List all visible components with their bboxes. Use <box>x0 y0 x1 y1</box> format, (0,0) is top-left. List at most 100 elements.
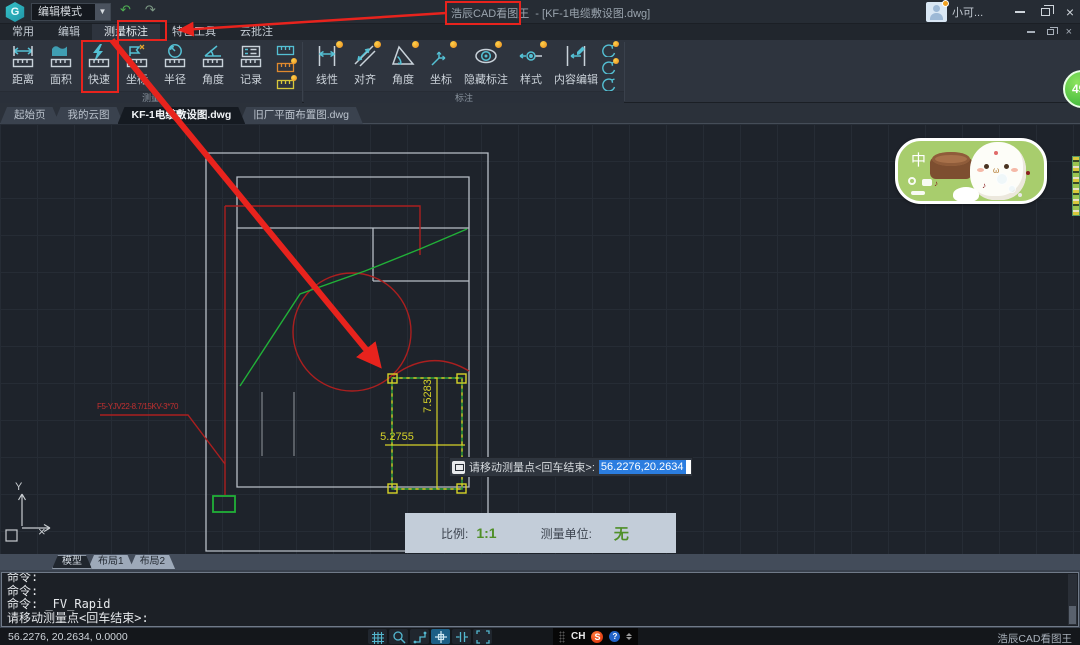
mini-ruler-icon[interactable] <box>276 60 296 74</box>
ribbon-button-dim-hidden[interactable]: 隐藏标注 <box>460 41 512 91</box>
redo-icon[interactable]: ↷ <box>145 2 156 17</box>
avatar[interactable] <box>926 2 947 22</box>
ribbon-button-record[interactable]: 记录 <box>232 41 270 91</box>
ribbon-group-1: 距离面积快速坐标半径角度记录测量 <box>0 40 302 103</box>
unit-value[interactable]: 无 <box>614 523 629 544</box>
ribbon-tab-2[interactable]: 编辑 <box>46 24 92 40</box>
ime-help-icon[interactable]: ? <box>609 631 620 642</box>
minimize-button[interactable] <box>1015 11 1025 13</box>
ime-keyboard-icon[interactable] <box>922 179 932 186</box>
ribbon-tab-1[interactable]: 常用 <box>0 24 46 40</box>
ribbon-button-label: 距离 <box>4 71 42 87</box>
ribbon-button-label: 角度 <box>384 71 422 87</box>
command-line: 命令: <box>7 585 1064 599</box>
ime-toolbar-icon[interactable] <box>911 191 925 195</box>
ribbon-tab-bar: 常用编辑测量标注特色工具云批注 <box>0 24 1080 40</box>
mascot-bunny <box>953 187 979 202</box>
layout-tab-布局1[interactable]: 布局1 <box>88 555 134 569</box>
command-scrollbar[interactable] <box>1068 574 1077 625</box>
notification-dot <box>942 0 949 7</box>
ribbon-button-label: 半径 <box>156 71 194 87</box>
ribbon-button-label: 内容编辑 <box>550 71 602 87</box>
doc-minimize-button[interactable] <box>1027 31 1035 33</box>
ribbon-button-area[interactable]: 面积 <box>42 41 80 91</box>
title-bar: G 编辑模式 ▼ ↶↷ 浩辰CAD看图王 - [KF-1电缆敷设图.dwg] 小… <box>0 0 1080 24</box>
mini-ruler-icon[interactable] <box>276 77 296 91</box>
ime-mascot-panel[interactable]: 中 ω ♪ ♪ <box>895 138 1047 204</box>
statusbar-app-name: 浩辰CAD看图王 <box>997 631 1072 645</box>
crosshair-icon[interactable] <box>431 629 450 644</box>
sogou-ime-icon[interactable]: S <box>591 631 603 643</box>
dim-coord-icon <box>428 43 454 69</box>
scale-value[interactable]: 1:1 <box>476 525 496 541</box>
ribbon-button-label: 角度 <box>194 71 232 87</box>
mini-ruler-icon[interactable] <box>276 43 296 57</box>
snap-bars-icon[interactable] <box>452 629 471 644</box>
ribbon-tab-3[interactable]: 测量标注 <box>92 24 160 40</box>
rapid-icon <box>86 43 112 69</box>
confetti-dot <box>994 151 998 155</box>
ime-status-icon[interactable] <box>908 177 916 185</box>
ribbon-button-rapid[interactable]: 快速 <box>80 41 118 91</box>
ribbon-button-dim-coord[interactable]: 坐标 <box>422 41 460 91</box>
edit-mode-select[interactable]: 编辑模式 ▼ <box>31 3 111 21</box>
bubble-art <box>996 173 1008 185</box>
ribbon-button-dim-style[interactable]: 样式 <box>512 41 550 91</box>
ribbon-tab-5[interactable]: 云批注 <box>228 24 285 40</box>
ribbon-button-angle[interactable]: 角度 <box>194 41 232 91</box>
document-tab-2[interactable]: 我的云图 <box>54 107 124 124</box>
music-note-art: ♪ <box>982 181 986 190</box>
restore-button[interactable] <box>1041 8 1050 16</box>
edge-mini-toolbar[interactable] <box>1072 156 1080 216</box>
ribbon-button-content-edit[interactable]: 内容编辑 <box>550 41 602 91</box>
document-tab-4[interactable]: 旧厂平面布置图.dwg <box>239 107 363 124</box>
doc-restore-button[interactable] <box>1047 29 1054 35</box>
app-name: 浩辰CAD看图王 <box>448 8 532 20</box>
undo-icon[interactable]: ↶ <box>120 2 131 17</box>
command-history[interactable]: 命令:命令:命令: _FV_Rapid请移动测量点<回车结束>: <box>1 572 1079 627</box>
document-name: - [KF-1电缆敷设图.dwg] <box>535 8 650 20</box>
ime-mode-indicator[interactable]: 中 <box>911 149 926 170</box>
ribbon-button-label: 隐藏标注 <box>460 71 512 87</box>
tooltip-prompt: 请移动测量点<回车结束>: <box>469 459 595 475</box>
cable-route-lines <box>100 206 469 495</box>
ime-toolbar[interactable]: CH S ? <box>553 628 638 645</box>
ribbon-button-dim-linear[interactable]: 线性 <box>308 41 346 91</box>
user-account[interactable]: 小可... <box>926 2 983 22</box>
group-separator <box>302 42 303 101</box>
ribbon-button-coord[interactable]: 坐标 <box>118 41 156 91</box>
ime-menu-icon[interactable] <box>626 633 632 640</box>
coordinate-input[interactable]: 56.2276,20.2634 <box>599 460 691 474</box>
music-note-art: ♪ <box>934 179 938 188</box>
zoom-icon[interactable] <box>389 629 408 644</box>
ribbon-button-dim-aligned[interactable]: 对齐 <box>346 41 384 91</box>
doc-close-button[interactable]: × <box>1066 27 1072 37</box>
ribbon-group-label: 标注 <box>304 91 624 103</box>
extents-icon[interactable] <box>473 629 492 644</box>
layout-tab-布局2[interactable]: 布局2 <box>130 555 176 569</box>
ribbon-button-radius[interactable]: 半径 <box>156 41 194 91</box>
ribbon-button-dim-angle[interactable]: 角度 <box>384 41 422 91</box>
scrollbar-thumb[interactable] <box>1069 606 1076 624</box>
mini-arc-icon[interactable] <box>598 43 618 57</box>
ime-language[interactable]: CH <box>571 631 585 642</box>
mini-arc-icon[interactable] <box>598 60 618 74</box>
ribbon-button-label: 坐标 <box>422 71 460 87</box>
ribbon-tab-4[interactable]: 特色工具 <box>160 24 228 40</box>
confetti-dot <box>1018 193 1022 197</box>
command-panel: 命令:命令:命令: _FV_Rapid请移动测量点<回车结束>: <box>0 570 1080 628</box>
green-route-lines <box>213 229 467 512</box>
grid-icon[interactable] <box>368 629 387 644</box>
layout-tab-模型[interactable]: 模型 <box>52 555 92 569</box>
chevron-down-icon[interactable]: ▼ <box>95 4 110 20</box>
ribbon-button-distance[interactable]: 距离 <box>4 41 42 91</box>
ime-grip-icon[interactable] <box>559 631 565 643</box>
close-button[interactable]: × <box>1066 5 1074 19</box>
area-icon <box>48 43 74 69</box>
dim-linear-icon <box>314 43 340 69</box>
mini-arc-icon[interactable] <box>598 77 618 91</box>
document-tab-1[interactable]: 起始页 <box>0 107 60 124</box>
polyline-icon[interactable] <box>410 629 429 644</box>
document-tab-3[interactable]: KF-1电缆敷设图.dwg <box>118 107 246 124</box>
group-separator <box>624 42 625 101</box>
